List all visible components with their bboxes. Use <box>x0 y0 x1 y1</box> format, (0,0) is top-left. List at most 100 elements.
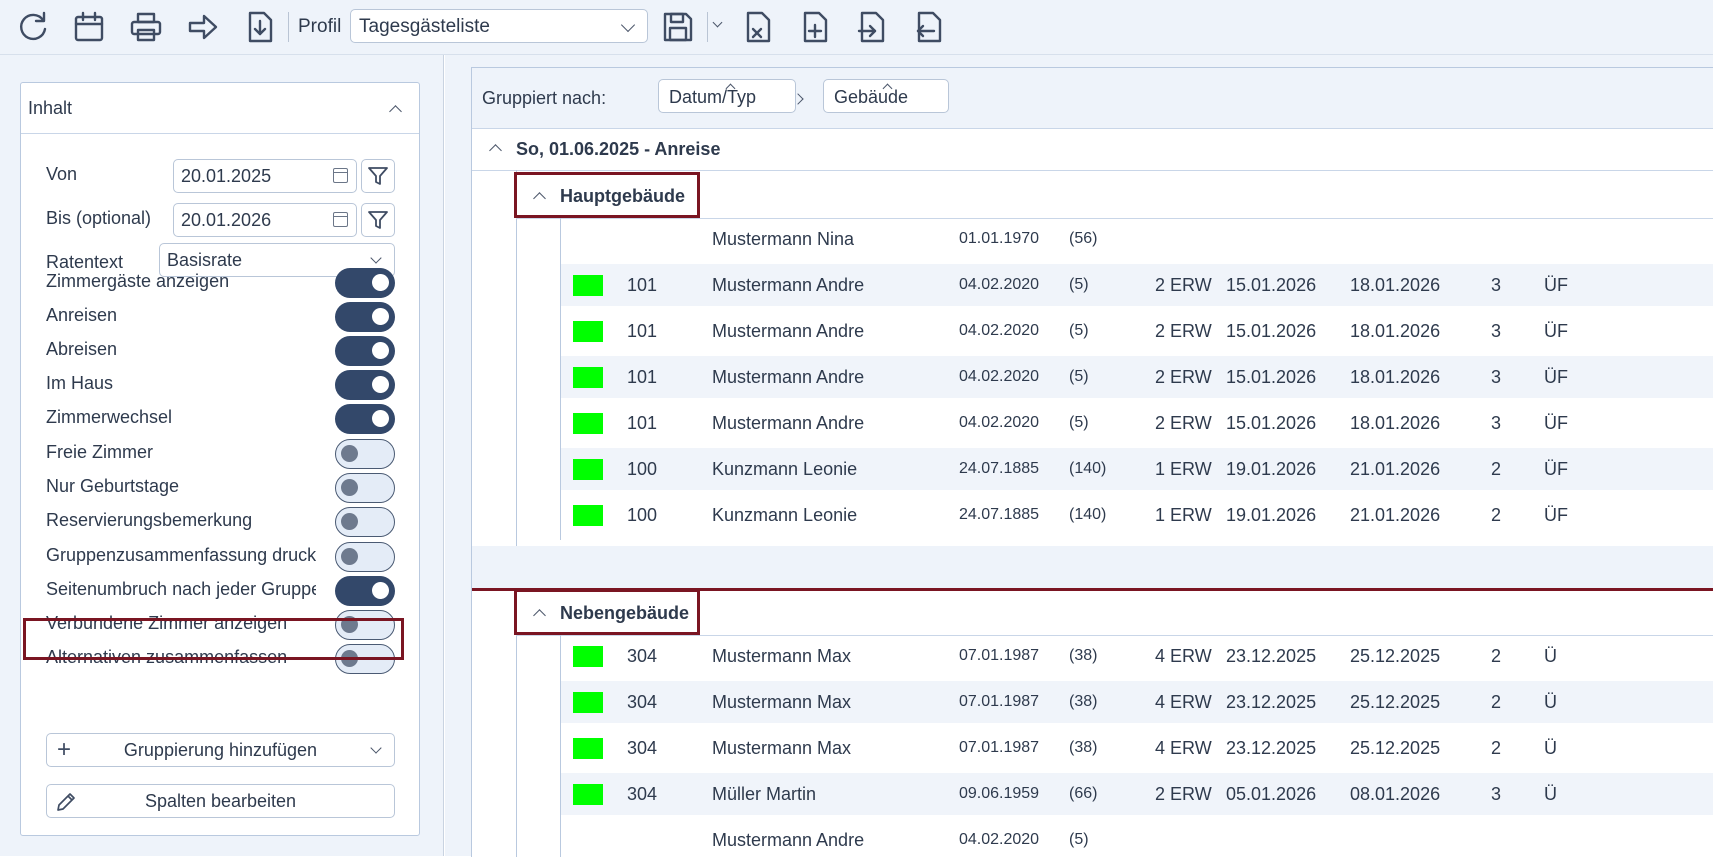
von-label: Von <box>46 164 78 184</box>
toggle-row: Seitenumbruch nach jeder Gruppe <box>21 574 419 608</box>
toggle-switch[interactable] <box>335 302 395 332</box>
cell-name: Mustermann Max <box>712 692 852 712</box>
table-row[interactable]: 100 Kunzmann Leonie 24.07.1885 (140) 1 ERW 19… <box>561 494 1713 536</box>
group-by-bar: Gruppiert nach: Datum/Typ Gebäude <box>472 68 1713 129</box>
table-row[interactable]: 100 Kunzmann Leonie 24.07.1885 (140) 1 ERW 19… <box>561 448 1713 490</box>
group-spacer <box>472 546 1713 588</box>
file-add-icon[interactable] <box>795 8 835 46</box>
calendar-icon[interactable] <box>333 168 348 183</box>
table-row[interactable]: 101 Mustermann Andre 04.02.2020 (5) 2 ERW 15.… <box>561 356 1713 398</box>
cell-departure: 25.12.2025 <box>1350 738 1441 758</box>
chevron-up-icon <box>389 105 402 118</box>
cell-name: Mustermann Andre <box>712 413 865 433</box>
table-row[interactable]: 304 Mustermann Max 07.01.1987 (38) 4 ERW 23.1… <box>561 727 1713 769</box>
cell-nights: 2 <box>1491 505 1502 525</box>
left-panel: Inhalt Von 20.01.2025 Bis (optional) 20.… <box>0 55 444 856</box>
table-row[interactable]: 304 Mustermann Max 07.01.1987 (38) 4 ERW 23.1… <box>561 635 1713 677</box>
cell-age: (38) <box>1069 739 1098 756</box>
file-export-icon[interactable] <box>909 8 949 46</box>
status-swatch <box>573 321 603 342</box>
toggle-switch[interactable] <box>335 576 395 606</box>
inhalt-header[interactable]: Inhalt <box>21 83 419 134</box>
file-delete-icon[interactable] <box>738 8 778 46</box>
save-dropdown-button[interactable] <box>711 17 725 35</box>
date-group-header[interactable]: So, 01.06.2025 - Anreise <box>472 128 1713 171</box>
cell-board: Ü <box>1544 692 1557 712</box>
toggle-label: Im Haus <box>46 373 114 393</box>
group-chip-gebaeude[interactable]: Gebäude <box>823 79 949 113</box>
von-filter-button[interactable] <box>361 159 395 193</box>
cell-room: 101 <box>627 367 658 387</box>
toggle-switch[interactable] <box>335 370 395 400</box>
calendar-icon[interactable] <box>69 8 109 46</box>
chevron-down-icon <box>620 17 636 33</box>
cell-age: (5) <box>1069 276 1089 293</box>
toggle-row: Alternativen zusammenfassen <box>21 642 419 676</box>
cell-birth: 04.02.2020 <box>959 831 1040 848</box>
cell-departure: 25.12.2025 <box>1350 646 1441 666</box>
table-row[interactable]: 304 Müller Martin 09.06.1959 (66) 2 ERW 05.01… <box>561 773 1713 815</box>
save-icon[interactable] <box>658 8 698 46</box>
cell-arrival: 19.01.2026 <box>1226 459 1317 479</box>
table-row[interactable]: 101 Mustermann Andre 04.02.2020 (5) 2 ERW 15.… <box>561 264 1713 306</box>
edit-columns-label: Spalten bearbeiten <box>144 791 297 811</box>
cell-arrival: 23.12.2025 <box>1226 692 1317 712</box>
profil-select-value: Tagesgästeliste <box>359 16 490 37</box>
cell-departure: 18.01.2026 <box>1350 321 1441 341</box>
cell-nights: 2 <box>1491 459 1502 479</box>
toolbar-separator <box>288 12 289 42</box>
table-row[interactable]: Mustermann Andre 04.02.2020 (5) <box>561 819 1713 857</box>
refresh-icon[interactable] <box>13 8 53 46</box>
von-date-value: 20.01.2025 <box>181 166 272 186</box>
toggle-switch[interactable] <box>335 439 395 469</box>
file-import-icon[interactable] <box>852 8 892 46</box>
toggle-switch[interactable] <box>335 610 395 640</box>
toggle-switch[interactable] <box>335 507 395 537</box>
calendar-icon[interactable] <box>333 212 348 227</box>
inhalt-title: Inhalt <box>28 98 73 118</box>
toggle-switch[interactable] <box>335 336 395 366</box>
cell-name: Kunzmann Leonie <box>712 505 858 525</box>
profil-select[interactable]: Tagesgästeliste <box>350 9 648 43</box>
table-row[interactable]: 101 Mustermann Andre 04.02.2020 (5) 2 ERW 15.… <box>561 310 1713 352</box>
cell-arrival: 19.01.2026 <box>1226 505 1317 525</box>
table-row[interactable]: 304 Mustermann Max 07.01.1987 (38) 4 ERW 23.1… <box>561 681 1713 723</box>
toggle-row: Nur Geburtstage <box>21 471 419 505</box>
cell-age: (66) <box>1069 785 1098 802</box>
forward-arrow-icon[interactable] <box>183 8 223 46</box>
bis-date-input[interactable]: 20.01.2026 <box>173 203 357 237</box>
toggle-knob <box>341 513 358 530</box>
cell-departure: 18.01.2026 <box>1350 413 1441 433</box>
toggle-label: Zimmerwechsel <box>46 407 173 427</box>
group-chip-label: Datum/Typ <box>669 87 757 107</box>
group-chip-datum-typ[interactable]: Datum/Typ <box>658 79 796 113</box>
toggle-row: Im Haus <box>21 368 419 402</box>
cell-nights: 3 <box>1491 275 1502 295</box>
building-group-header[interactable]: Nebengebäude <box>516 591 1713 636</box>
toggle-knob <box>372 308 389 325</box>
table-row[interactable]: 101 Mustermann Andre 04.02.2020 (5) 2 ERW 15.… <box>561 402 1713 444</box>
toggle-switch[interactable] <box>335 542 395 572</box>
toggle-switch[interactable] <box>335 268 395 298</box>
toggle-switch[interactable] <box>335 473 395 503</box>
add-grouping-button[interactable]: + Gruppierung hinzufügen <box>46 733 395 767</box>
chevron-down-icon <box>370 252 382 264</box>
toggle-switch[interactable] <box>335 404 395 434</box>
building-group-header[interactable]: Hauptgebäude <box>516 174 1713 219</box>
cell-name: Mustermann Andre <box>712 367 865 387</box>
von-date-input[interactable]: 20.01.2025 <box>173 159 357 193</box>
print-icon[interactable] <box>126 8 166 46</box>
status-swatch <box>573 738 603 759</box>
toggle-switch[interactable] <box>335 644 395 674</box>
filter-icon <box>368 167 388 185</box>
bis-filter-button[interactable] <box>361 203 395 237</box>
download-icon[interactable] <box>240 8 280 46</box>
cell-name: Mustermann Max <box>712 738 852 758</box>
toggle-knob <box>372 582 389 599</box>
group-chip-label: Gebäude <box>834 87 909 107</box>
toggle-label: Zimmergäste anzeigen <box>46 271 230 291</box>
table-row[interactable]: Mustermann Nina 01.01.1970 (56) <box>561 218 1713 260</box>
cell-board: Ü <box>1544 646 1557 666</box>
edit-columns-button[interactable]: Spalten bearbeiten <box>46 784 395 818</box>
chevron-up-icon <box>533 609 546 622</box>
